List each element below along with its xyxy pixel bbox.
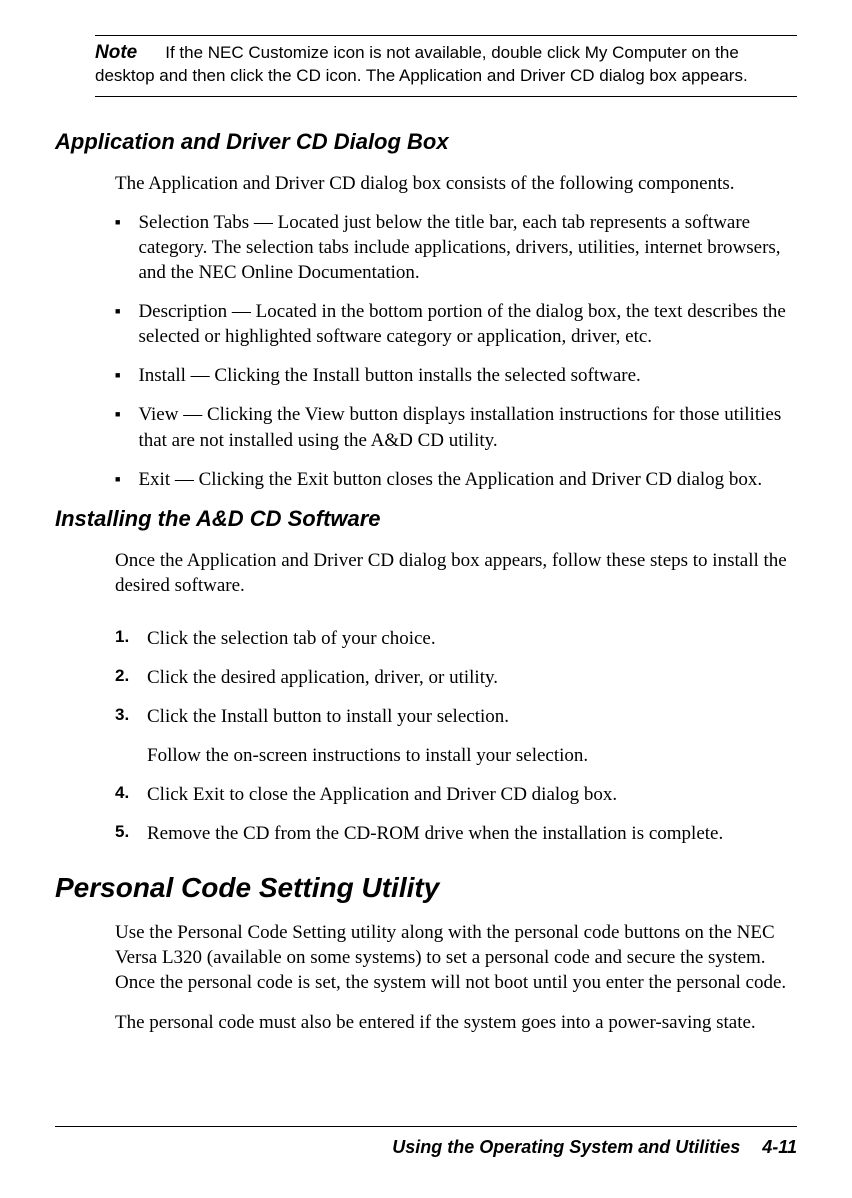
- footer-page-number: 4-11: [762, 1137, 797, 1157]
- step-sub-text: Follow the on-screen instructions to ins…: [147, 743, 797, 768]
- list-item: Description — Located in the bottom port…: [115, 299, 797, 349]
- step-number: 1.: [115, 626, 147, 648]
- list-item: 2. Click the desired application, driver…: [115, 665, 797, 690]
- para-personal-code-1: Use the Personal Code Setting utility al…: [115, 920, 797, 995]
- step-text: Click the Install button to install your…: [147, 706, 509, 727]
- list-item: Selection Tabs — Located just below the …: [115, 210, 797, 285]
- para-personal-code-2: The personal code must also be entered i…: [115, 1010, 797, 1035]
- heading-app-driver-cd: Application and Driver CD Dialog Box: [55, 129, 797, 155]
- list-item: Exit — Clicking the Exit button closes t…: [115, 467, 797, 492]
- note-box: NoteIf the NEC Customize icon is not ava…: [95, 35, 797, 97]
- note-text: If the NEC Customize icon is not availab…: [95, 43, 748, 85]
- page-footer: Using the Operating System and Utilities…: [55, 1126, 797, 1158]
- list-item: 4. Click Exit to close the Application a…: [115, 782, 797, 807]
- list-item: View — Clicking the View button displays…: [115, 402, 797, 452]
- note-label: Note: [95, 42, 137, 63]
- intro-installing: Once the Application and Driver CD dialo…: [115, 548, 797, 598]
- bullet-text: View — Clicking the View button displays…: [138, 402, 797, 452]
- bullet-text: Selection Tabs — Located just below the …: [138, 210, 797, 285]
- step-number: 3.: [115, 704, 147, 726]
- bullet-text: Exit — Clicking the Exit button closes t…: [138, 467, 762, 492]
- bullet-text: Description — Located in the bottom port…: [138, 299, 797, 349]
- list-item: 3. Click the Install button to install y…: [115, 704, 797, 768]
- install-steps: 1. Click the selection tab of your choic…: [115, 626, 797, 846]
- step-content: Click the Install button to install your…: [147, 704, 797, 768]
- list-item: 1. Click the selection tab of your choic…: [115, 626, 797, 651]
- components-list: Selection Tabs — Located just below the …: [115, 210, 797, 492]
- step-text: Click Exit to close the Application and …: [147, 782, 797, 807]
- footer-title: Using the Operating System and Utilities: [392, 1137, 740, 1157]
- step-number: 5.: [115, 821, 147, 843]
- list-item: 5. Remove the CD from the CD-ROM drive w…: [115, 821, 797, 846]
- step-text: Remove the CD from the CD-ROM drive when…: [147, 821, 797, 846]
- step-text: Click the desired application, driver, o…: [147, 665, 797, 690]
- list-item: Install — Clicking the Install button in…: [115, 363, 797, 388]
- step-number: 2.: [115, 665, 147, 687]
- step-text: Click the selection tab of your choice.: [147, 626, 797, 651]
- step-number: 4.: [115, 782, 147, 804]
- heading-installing: Installing the A&D CD Software: [55, 506, 797, 532]
- bullet-text: Install — Clicking the Install button in…: [138, 363, 640, 388]
- heading-personal-code: Personal Code Setting Utility: [55, 872, 797, 904]
- intro-app-driver-cd: The Application and Driver CD dialog box…: [115, 171, 797, 196]
